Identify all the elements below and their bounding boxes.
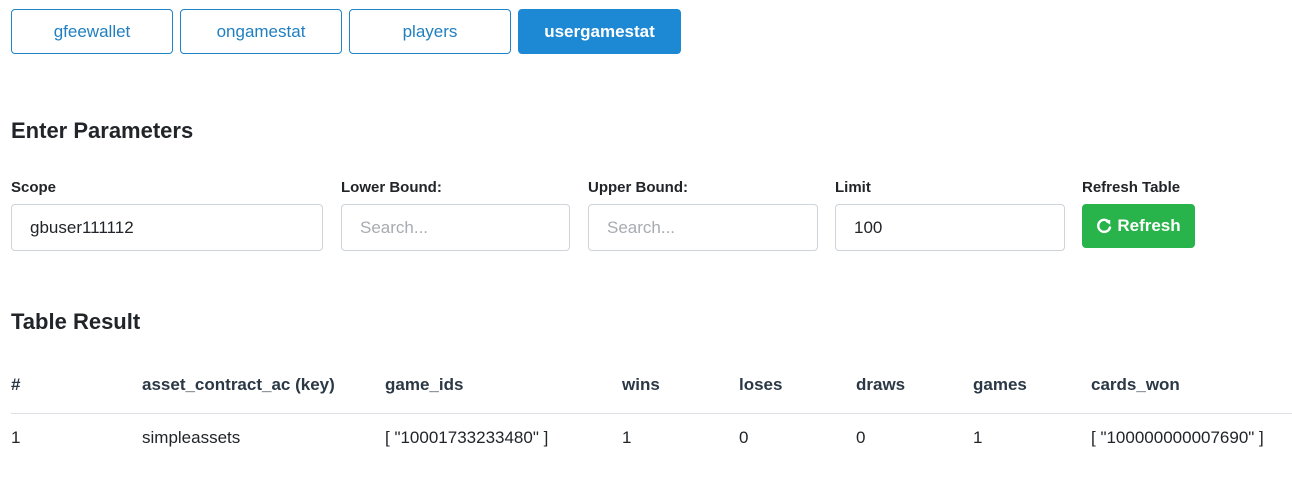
table-cell: 0 [856, 428, 866, 448]
result-title: Table Result [11, 309, 141, 334]
column-header: wins [622, 358, 739, 414]
refresh-button-label: Refresh [1117, 216, 1181, 235]
table-cell: 1 [622, 428, 632, 448]
refresh-icon [1096, 218, 1112, 234]
column-header: draws [856, 358, 973, 414]
table-header-row: # asset_contract_ac (key) game_ids wins … [11, 358, 1292, 414]
table-tabs: gfeewallet ongamestat players usergamest… [11, 9, 681, 54]
limit-label: Limit [835, 179, 871, 196]
lower-bound-label: Lower Bound: [341, 179, 442, 196]
column-header: loses [739, 358, 856, 414]
refresh-button[interactable]: Refresh [1082, 204, 1195, 248]
scope-label: Scope [11, 179, 57, 196]
column-header: games [973, 358, 1091, 414]
table-cell: 1 [11, 428, 21, 448]
tab-players[interactable]: players [349, 9, 511, 54]
table-cell: 0 [739, 428, 749, 448]
tab-ongamestat[interactable]: ongamestat [180, 9, 342, 54]
table-cell: 1 [973, 428, 983, 448]
lower-bound-input[interactable] [341, 204, 570, 251]
refresh-table-label: Refresh Table [1082, 179, 1181, 196]
column-header: # [11, 358, 142, 414]
table-row: 1 simpleassets [ "10001733233480" ] 1 0 … [11, 413, 1292, 463]
column-header: game_ids [385, 358, 622, 414]
column-header: asset_contract_ac (key) [142, 358, 385, 414]
result-table: # asset_contract_ac (key) game_ids wins … [11, 358, 1292, 463]
table-cell: simpleassets [142, 428, 241, 448]
upper-bound-label: Upper Bound: [588, 179, 688, 196]
upper-bound-input[interactable] [588, 204, 818, 251]
table-cell: [ "100000000007690" ] [1091, 428, 1264, 448]
limit-input[interactable] [835, 204, 1065, 251]
page: gfeewallet ongamestat players usergamest… [0, 0, 1292, 482]
params-title: Enter Parameters [11, 118, 194, 143]
scope-input[interactable] [11, 204, 323, 251]
tab-usergamestat[interactable]: usergamestat [518, 9, 681, 54]
table-cell: [ "10001733233480" ] [385, 428, 549, 448]
tab-gfeewallet[interactable]: gfeewallet [11, 9, 173, 54]
column-header: cards_won [1091, 358, 1292, 414]
